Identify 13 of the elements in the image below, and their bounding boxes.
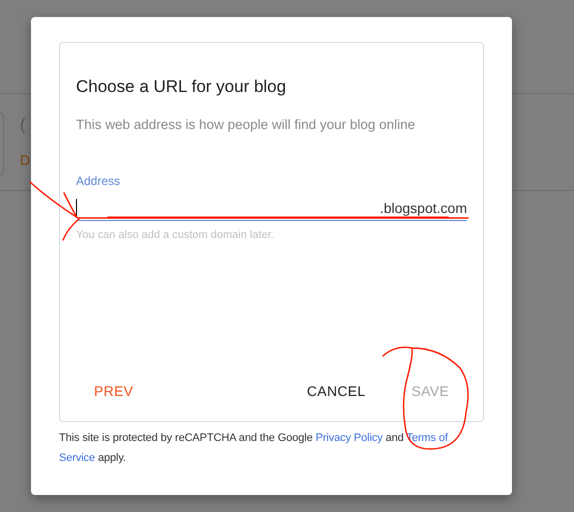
address-field[interactable]: .blogspot.com xyxy=(76,196,467,222)
prev-button[interactable]: PREV xyxy=(76,373,152,409)
dialog-title: Choose a URL for your blog xyxy=(76,76,286,98)
address-suffix: .blogspot.com xyxy=(380,198,467,218)
status-text: D xyxy=(20,151,30,170)
field-label: Address xyxy=(76,173,120,190)
cancel-button[interactable]: CANCEL xyxy=(288,373,384,409)
item-title: ( xyxy=(20,116,26,136)
link[interactable]: Privacy Policy xyxy=(316,432,383,444)
helper-text: You can also add a custom domain later. xyxy=(76,228,274,244)
link[interactable]: Service xyxy=(59,452,95,464)
dialog-subtitle: This web address is how people will find your blog online xyxy=(76,116,416,134)
text-cursor xyxy=(76,198,77,218)
